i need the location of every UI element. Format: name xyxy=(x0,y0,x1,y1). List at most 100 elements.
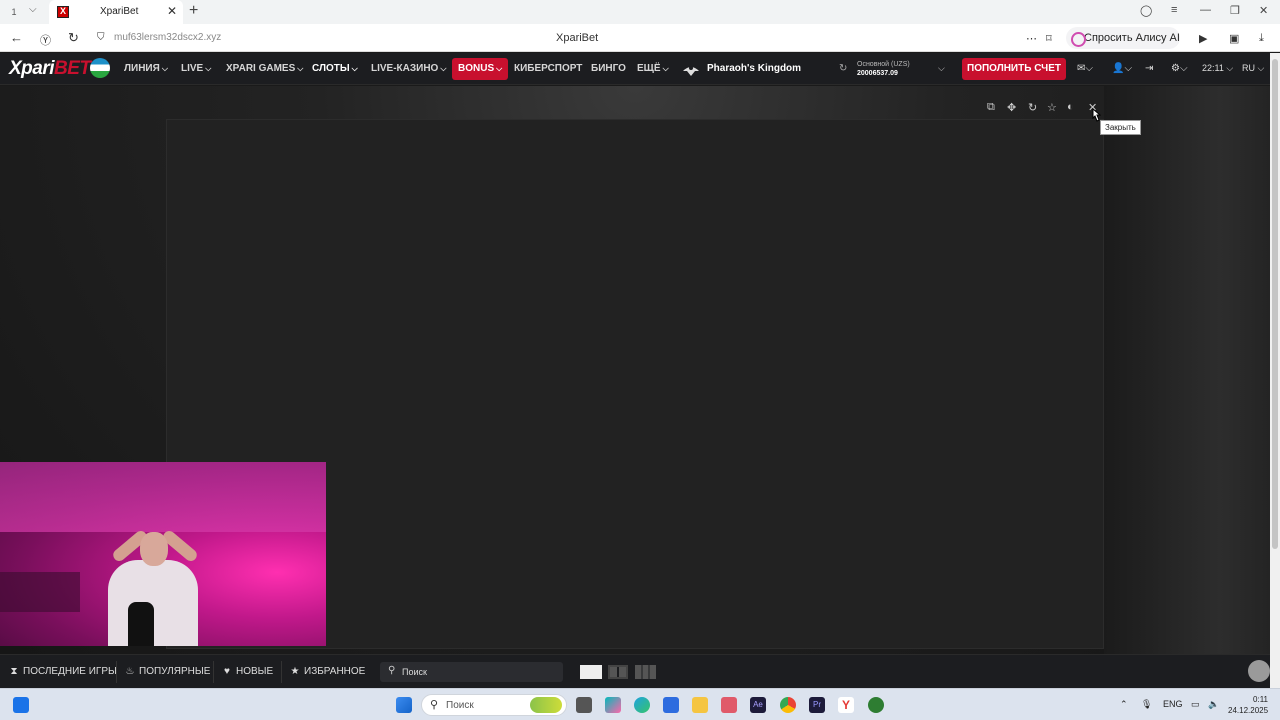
messages-icon[interactable]: ✉⌵ xyxy=(1077,63,1093,74)
game-search-input[interactable] xyxy=(402,664,557,680)
search-icon: ⚲ xyxy=(388,665,396,676)
site-language: RU xyxy=(1242,63,1255,73)
new-tab[interactable]: ♥ НОВЫЕ xyxy=(221,666,273,677)
game-search[interactable]: ⚲ xyxy=(380,662,563,682)
nav-label: LIVE xyxy=(181,63,204,74)
nav-xpari-games[interactable]: XPARI GAMES ⌵ xyxy=(226,63,303,74)
toggle-icon[interactable]: ◐ xyxy=(1067,101,1074,113)
xparibet-logo[interactable]: XpariBET xyxy=(9,58,91,80)
file-explorer-icon[interactable] xyxy=(692,697,708,713)
bookmark-icon[interactable]: ⌑ xyxy=(1046,32,1052,45)
clock-time: 0:11 xyxy=(1253,695,1268,704)
nav-esports[interactable]: КИБЕРСПОРТ xyxy=(514,63,582,74)
balance-chevron-icon[interactable]: ⌵ xyxy=(938,63,945,74)
microphone-tray-icon[interactable]: 🎙 xyxy=(1141,699,1152,710)
open-new-window-icon[interactable]: ⧉ xyxy=(987,101,995,114)
edge-icon[interactable] xyxy=(634,697,650,713)
app-icon[interactable] xyxy=(868,697,884,713)
uzbekistan-flag-icon[interactable] xyxy=(90,58,110,78)
logout-icon[interactable]: ⇥ xyxy=(1145,63,1153,74)
nav-more[interactable]: ЕЩЁ ⌵ xyxy=(637,63,669,74)
tab-list-chevron-icon[interactable]: ⌵ xyxy=(29,4,37,15)
featured-game-link[interactable]: Pharaoh's Kingdom xyxy=(707,63,801,74)
clock-dropdown[interactable]: 22:11 ⌵ xyxy=(1202,63,1233,74)
nav-bonus[interactable]: BONUS ⌵ xyxy=(452,58,509,80)
microphone xyxy=(128,602,154,646)
layout-double-button[interactable] xyxy=(608,665,628,679)
address-bar: ← Ⓨ ↻ ⛉ muf63lersm32dscx2.xyz XpariBet ⋯… xyxy=(0,24,1280,52)
minimize-button[interactable]: — xyxy=(1200,4,1211,16)
windows-start-icon[interactable] xyxy=(396,697,412,713)
premiere-icon[interactable]: Pr xyxy=(809,697,825,713)
telegram-icon[interactable] xyxy=(721,697,737,713)
maximize-button[interactable]: ❐ xyxy=(1230,4,1240,17)
recent-games-tab[interactable]: ⧗ ПОСЛЕДНИЕ ИГРЫ xyxy=(8,666,116,677)
refresh-balance-icon[interactable]: ↻ xyxy=(839,63,847,74)
copilot-icon[interactable] xyxy=(605,697,621,713)
network-icon[interactable]: ▭ xyxy=(1191,699,1200,710)
move-icon[interactable]: ✥ xyxy=(1007,101,1016,114)
search-highlight-image xyxy=(530,697,562,713)
deposit-button[interactable]: ПОПОЛНИТЬ СЧЕТ xyxy=(962,58,1066,80)
taskbar-search-label: Поиск xyxy=(446,700,474,711)
after-effects-icon[interactable]: Ae xyxy=(750,697,766,713)
downloads-icon[interactable]: ⤓ xyxy=(1259,32,1264,45)
nav-sloty[interactable]: СЛОТЫ ⌵ xyxy=(312,63,358,74)
close-tooltip: Закрыть xyxy=(1100,120,1141,135)
browser-menu-icon[interactable]: ≡ xyxy=(1171,4,1177,16)
divider xyxy=(281,661,282,683)
layout-single-button[interactable] xyxy=(580,665,602,679)
reload-game-icon[interactable]: ↻ xyxy=(1028,101,1037,114)
back-icon[interactable]: ← xyxy=(10,30,23,45)
taskbar-search[interactable]: ⚲ Поиск xyxy=(421,694,567,716)
nav-bingo[interactable]: БИНГО xyxy=(591,63,626,74)
store-icon[interactable] xyxy=(663,697,679,713)
more-icon[interactable]: ⋯ xyxy=(1026,32,1037,45)
close-tab-icon[interactable]: ✕ xyxy=(167,4,177,18)
url-text[interactable]: muf63lersm32dscx2.xyz xyxy=(114,32,221,43)
page-title: XpariBet xyxy=(556,32,599,44)
balance-label: Основной (UZS) xyxy=(857,61,910,68)
collections-icon[interactable]: ▣ xyxy=(1229,32,1239,45)
layout-grid-button[interactable] xyxy=(635,665,656,679)
favorites-tab[interactable]: ★ ИЗБРАННОЕ xyxy=(289,666,366,677)
nav-live-casino[interactable]: LIVE-КАЗИНО ⌵ xyxy=(371,63,446,74)
language-dropdown[interactable]: RU ⌵ xyxy=(1242,63,1264,74)
site-security-icon[interactable]: ⛉ xyxy=(97,32,105,43)
scrollbar-thumb[interactable] xyxy=(1272,59,1278,549)
balance-value: 20006537.09 xyxy=(857,70,898,77)
popular-label: ПОПУЛЯРНЫЕ xyxy=(139,666,211,677)
yandex-browser-icon[interactable]: Y xyxy=(838,697,854,713)
tab-counter[interactable]: 1 xyxy=(6,4,22,20)
profile-icon[interactable]: ◯ xyxy=(1140,4,1152,17)
chevron-down-icon: ⌵ xyxy=(440,64,447,73)
browser-tab[interactable]: XpariBet ✕ xyxy=(49,0,183,24)
volume-icon[interactable]: 🔈 xyxy=(1208,699,1219,710)
page-scrollbar[interactable] xyxy=(1270,53,1280,688)
support-chat-button[interactable] xyxy=(1248,660,1270,682)
ask-alisa-button[interactable]: Спросить Алису AI xyxy=(1066,27,1180,49)
favorite-star-icon[interactable]: ☆ xyxy=(1047,101,1057,114)
nav-label: XPARI GAMES xyxy=(226,63,296,74)
chrome-icon[interactable] xyxy=(780,697,796,713)
taskbar-clock[interactable]: 0:11 24.12.2025 xyxy=(1228,694,1268,716)
input-language[interactable]: ENG xyxy=(1163,699,1183,709)
games-bottom-bar: ⧗ ПОСЛЕДНИЕ ИГРЫ ♨ ПОПУЛЯРНЫЕ ♥ НОВЫЕ ★ ИЗБР… xyxy=(0,654,1270,688)
close-window-button[interactable]: ✕ xyxy=(1259,4,1268,17)
chevron-down-icon: ⌵ xyxy=(161,64,168,73)
clock-date: 24.12.2025 xyxy=(1228,706,1269,715)
nav-live[interactable]: LIVE ⌵ xyxy=(181,63,211,74)
media-icon[interactable]: ▶ xyxy=(1199,32,1207,45)
new-tab-button[interactable]: + xyxy=(189,2,198,20)
account-icon[interactable]: 👤⌵ xyxy=(1112,63,1132,74)
fire-icon: ♨ xyxy=(125,666,135,677)
settings-gear-icon[interactable]: ⚙⌵ xyxy=(1171,63,1188,74)
snap-window-icon[interactable] xyxy=(13,697,29,713)
popular-tab[interactable]: ♨ ПОПУЛЯРНЫЕ xyxy=(124,666,211,677)
tray-chevron-icon[interactable]: ⌃ xyxy=(1120,699,1128,710)
task-view-icon[interactable] xyxy=(576,697,592,713)
nav-liniya[interactable]: ЛИНИЯ ⌵ xyxy=(124,63,168,74)
nav-label: ЕЩЁ xyxy=(637,63,661,74)
reload-icon[interactable]: ↻ xyxy=(68,30,79,46)
yandex-icon[interactable]: Ⓨ xyxy=(40,32,51,48)
